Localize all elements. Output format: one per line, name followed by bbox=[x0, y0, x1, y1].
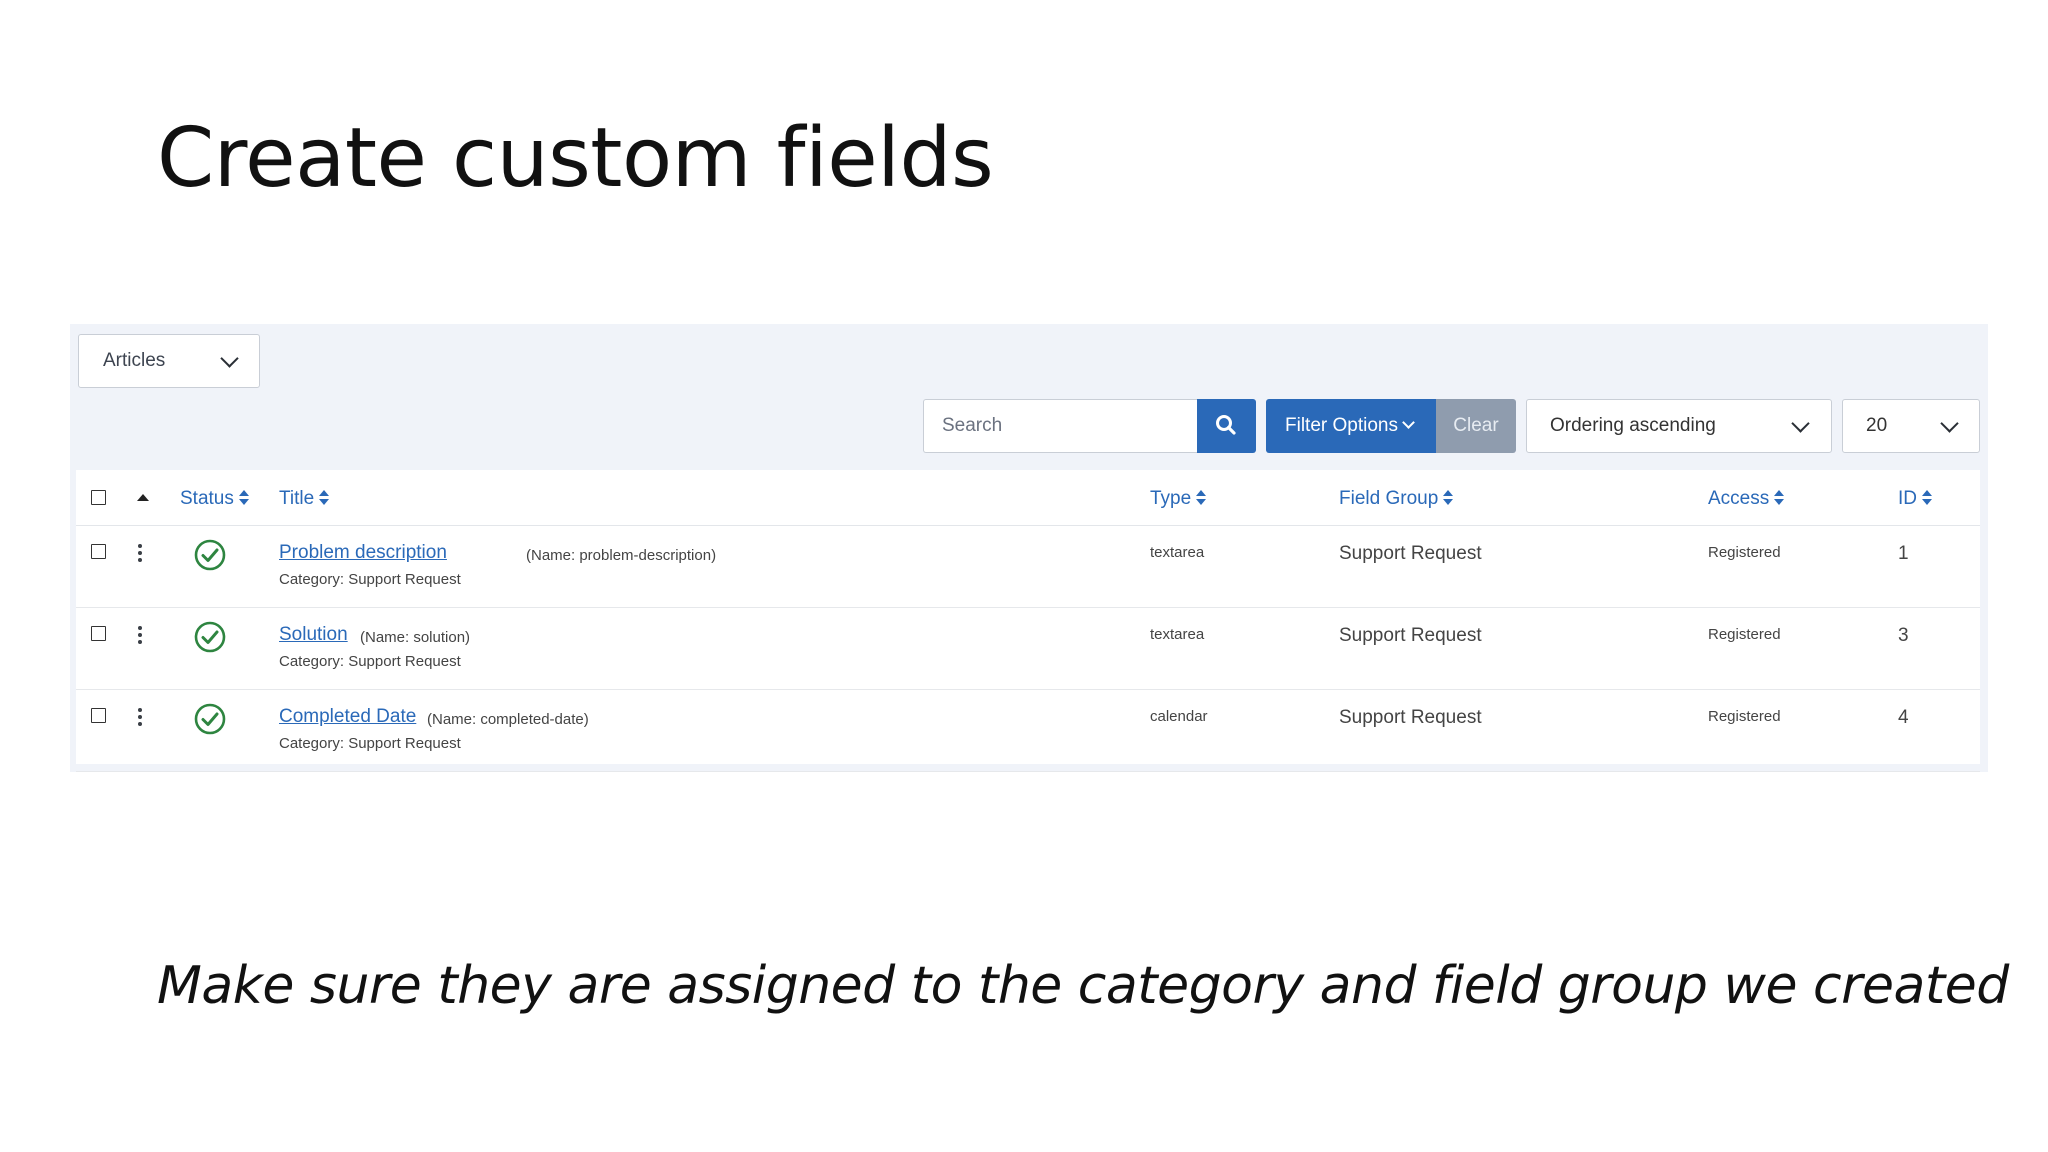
table-row: Problem description (Name: problem-descr… bbox=[76, 526, 1980, 608]
sort-icon bbox=[1443, 490, 1454, 506]
row-checkbox[interactable] bbox=[91, 708, 106, 723]
header-status[interactable]: Status bbox=[180, 488, 249, 510]
field-name-note: (Name: solution) bbox=[360, 629, 471, 646]
field-category-note: Category: Support Request bbox=[279, 653, 461, 670]
field-id: 4 bbox=[1898, 707, 1909, 728]
ordering-select-value: Ordering ascending bbox=[1550, 415, 1716, 436]
field-title-link[interactable]: Solution bbox=[279, 624, 348, 646]
field-id: 3 bbox=[1898, 625, 1909, 646]
sort-icon bbox=[319, 490, 330, 506]
row-checkbox[interactable] bbox=[91, 544, 106, 559]
field-group: Support Request bbox=[1339, 625, 1482, 646]
field-access: Registered bbox=[1708, 544, 1781, 561]
field-group: Support Request bbox=[1339, 543, 1482, 564]
table-row: Completed Date (Name: completed-date) Ca… bbox=[76, 690, 1980, 772]
table-row: Solution (Name: solution) Category: Supp… bbox=[76, 608, 1980, 690]
kebab-icon[interactable] bbox=[138, 544, 142, 562]
sort-icon bbox=[1774, 490, 1785, 506]
slide-caption: Make sure they are assigned to the categ… bbox=[157, 956, 2009, 1016]
check-circle-icon[interactable] bbox=[194, 703, 226, 735]
row-checkbox[interactable] bbox=[91, 626, 106, 641]
list-limit-value: 20 bbox=[1866, 415, 1888, 436]
sort-icon bbox=[1196, 490, 1207, 506]
field-access: Registered bbox=[1708, 626, 1781, 643]
kebab-icon[interactable] bbox=[138, 708, 142, 726]
header-type[interactable]: Type bbox=[1150, 488, 1207, 510]
header-title[interactable]: Title bbox=[279, 488, 330, 510]
search-icon bbox=[1216, 415, 1236, 435]
field-title-link[interactable]: Completed Date bbox=[279, 706, 416, 728]
field-type: calendar bbox=[1150, 708, 1208, 725]
context-select-value: Articles bbox=[103, 350, 166, 371]
slide-title: Create custom fields bbox=[157, 111, 994, 206]
fields-table: Status Title Type Field Group Access ID … bbox=[76, 470, 1980, 772]
filter-options-button[interactable]: Filter Options bbox=[1266, 399, 1436, 453]
clear-button[interactable]: Clear bbox=[1436, 399, 1516, 453]
select-all-checkbox[interactable] bbox=[91, 490, 106, 505]
field-id: 1 bbox=[1898, 543, 1909, 564]
list-limit-select[interactable]: 20 bbox=[1842, 399, 1980, 453]
kebab-icon[interactable] bbox=[138, 626, 142, 644]
filter-options-label: Filter Options bbox=[1285, 415, 1398, 436]
ordering-sort-icon[interactable] bbox=[137, 494, 149, 501]
chevron-down-icon bbox=[1940, 414, 1959, 433]
field-name-note: (Name: completed-date) bbox=[427, 711, 589, 728]
search-button[interactable] bbox=[1197, 399, 1256, 453]
field-access: Registered bbox=[1708, 708, 1781, 725]
context-select[interactable]: Articles bbox=[78, 334, 260, 388]
fields-manager-screenshot: Articles Filter Options Clear Ordering a… bbox=[70, 324, 1988, 772]
check-circle-icon[interactable] bbox=[194, 621, 226, 653]
field-type: textarea bbox=[1150, 544, 1205, 561]
chevron-down-icon bbox=[1791, 414, 1810, 433]
chevron-down-icon bbox=[1402, 416, 1415, 429]
search-input[interactable] bbox=[923, 399, 1197, 453]
field-name-note: (Name: problem-description) bbox=[526, 547, 717, 564]
field-category-note: Category: Support Request bbox=[279, 735, 461, 752]
sort-icon bbox=[1922, 490, 1932, 506]
field-category-note: Category: Support Request bbox=[279, 571, 461, 588]
check-circle-icon[interactable] bbox=[194, 539, 226, 571]
header-id[interactable]: ID bbox=[1898, 488, 1932, 510]
ordering-select[interactable]: Ordering ascending bbox=[1526, 399, 1832, 453]
field-title-link[interactable]: Problem description bbox=[279, 542, 447, 564]
field-group: Support Request bbox=[1339, 707, 1482, 728]
table-header: Status Title Type Field Group Access ID bbox=[76, 470, 1980, 526]
sort-icon bbox=[238, 490, 249, 506]
header-access[interactable]: Access bbox=[1708, 488, 1785, 510]
chevron-down-icon bbox=[220, 349, 239, 368]
header-field-group[interactable]: Field Group bbox=[1339, 488, 1454, 510]
field-type: textarea bbox=[1150, 626, 1205, 643]
